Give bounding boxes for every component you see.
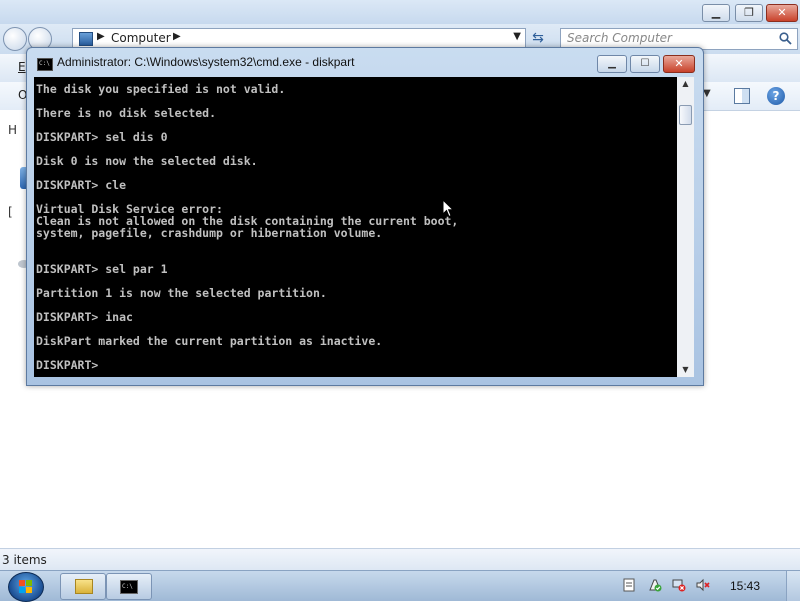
volume-muted-icon[interactable] [696,578,710,592]
console-line: Partition 1 is now the selected partitio… [36,286,327,300]
console-line: DISKPART> cle [36,178,127,192]
console-scrollbar[interactable]: ▲ ▼ [677,77,694,377]
status-bar: 3 items [0,548,800,571]
scroll-up-icon[interactable]: ▲ [677,77,694,91]
console-line: DISKPART> inac [36,310,133,324]
network-error-icon[interactable] [672,578,686,592]
cmd-close-button[interactable]: ✕ [663,55,695,73]
cmd-window[interactable]: C:\ Administrator: C:\Windows\system32\c… [26,47,704,386]
console-output[interactable]: The disk you specified is not valid. Ther… [34,77,677,377]
search-placeholder: Search Computer [567,31,672,45]
restore-icon: ❐ [744,6,754,19]
notes-icon[interactable] [622,578,636,592]
cmd-icon: C:\ [120,580,138,594]
help-icon[interactable]: ? [767,87,785,105]
cmd-icon[interactable]: C:\ [37,58,53,71]
console-line: The disk you specified is not valid. [36,82,286,96]
search-icon[interactable] [779,32,792,45]
refresh-icon[interactable]: ⇆ [527,28,549,48]
cmd-window-title: Administrator: C:\Windows\system32\cmd.e… [57,55,355,69]
console-line: DISKPART> [36,358,106,372]
minimize-icon: ▁ [608,58,616,69]
console-line: system, pagefile, crashdump or hibernati… [36,226,383,240]
computer-icon [79,32,93,46]
views-dropdown-icon[interactable]: ▼ [703,88,711,99]
breadcrumb-arrow-icon[interactable]: ▶ [173,31,181,42]
action-center-icon[interactable] [648,578,662,592]
maximize-icon: ☐ [640,58,650,69]
cmd-minimize-button[interactable]: ▁ [597,55,627,73]
preview-pane-icon[interactable] [734,88,750,104]
close-icon: ✕ [674,57,684,70]
cmd-titlebar[interactable]: C:\ Administrator: C:\Windows\system32\c… [27,48,703,78]
status-item-count: 3 items [2,553,47,567]
mouse-cursor-icon [442,199,454,218]
minimize-icon: ▁ [711,6,721,19]
console-line: There is no disk selected. [36,106,217,120]
taskbar-explorer-button[interactable] [60,573,106,600]
nav-item-partial[interactable]: [ [8,205,13,219]
console-line: Disk 0 is now the selected disk. [36,154,258,168]
nav-item-partial[interactable]: H [8,123,17,137]
close-icon: ✕ [777,6,787,19]
breadcrumb-arrow-icon[interactable]: ▶ [97,31,105,42]
console-line: DISKPART> sel par 1 [36,262,168,276]
folder-icon [75,579,93,594]
address-breadcrumb[interactable]: Computer [111,31,171,45]
taskbar-clock[interactable]: 15:43 [730,579,760,593]
explorer-maximize-button[interactable]: ❐ [735,4,763,22]
explorer-minimize-button[interactable]: ▁ [702,4,730,22]
explorer-titlebar: ▁ ❐ ✕ [0,0,800,24]
explorer-close-button[interactable]: ✕ [766,4,798,22]
taskbar: C:\ 15:43 [0,570,800,602]
back-button[interactable] [3,27,27,51]
start-button[interactable] [8,572,44,602]
menu-item-partial[interactable]: E [18,60,26,74]
scroll-down-icon[interactable]: ▼ [677,363,694,377]
cmd-maximize-button[interactable]: ☐ [630,55,660,73]
console-line: DISKPART> sel dis 0 [36,130,168,144]
scrollbar-thumb[interactable] [679,105,692,125]
console-line: DiskPart marked the current partition as… [36,334,383,348]
show-desktop-button[interactable] [786,571,800,601]
taskbar-cmd-button[interactable]: C:\ [106,573,152,600]
address-history-dropdown-icon[interactable]: ▼ [513,31,521,42]
windows-logo-icon [19,580,32,593]
